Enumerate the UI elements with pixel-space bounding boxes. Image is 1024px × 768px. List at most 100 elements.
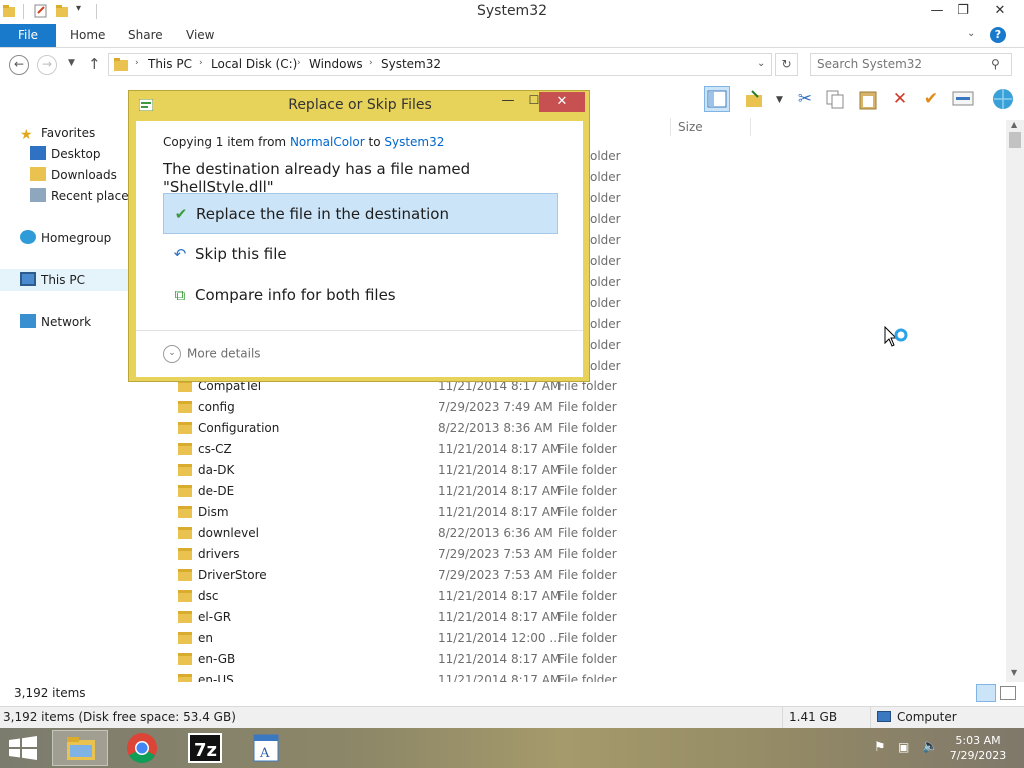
destination-link[interactable]: System32 — [384, 135, 444, 149]
globe-icon[interactable] — [990, 86, 1016, 112]
list-item[interactable]: DriverStore 7/29/2023 7:53 AM File folder — [178, 565, 658, 586]
chevron-down-icon[interactable]: ⌄ — [757, 58, 765, 69]
properties-icon[interactable] — [950, 86, 976, 112]
scroll-down-icon[interactable]: ▼ — [1011, 668, 1017, 677]
list-item[interactable]: cs-CZ 11/21/2014 8:17 AM File folder — [178, 439, 658, 460]
breadcrumb-system32[interactable]: System32 — [381, 57, 441, 71]
breadcrumb-thispc[interactable]: This PC — [148, 57, 192, 71]
folder-icon — [178, 611, 192, 623]
close-button[interactable]: ✕ — [978, 0, 1022, 22]
chevron-down-icon[interactable]: ▼ — [776, 95, 783, 105]
nav-recent[interactable]: Recent places — [30, 186, 135, 206]
nav-favorites[interactable]: ★ Favorites — [20, 123, 95, 143]
back-button[interactable]: ← — [9, 55, 29, 75]
file-date: 11/21/2014 8:17 AM — [438, 505, 561, 519]
list-item[interactable]: en-US 11/21/2014 8:17 AM File folder — [178, 670, 658, 682]
more-details-button[interactable]: ⌄ More details — [163, 345, 261, 363]
start-button[interactable] — [8, 736, 38, 763]
help-icon[interactable]: ? — [990, 27, 1006, 43]
preview-pane-icon[interactable] — [704, 86, 730, 112]
search-input[interactable] — [817, 57, 987, 71]
file-type: older — [590, 317, 621, 331]
downloads-icon — [30, 167, 46, 181]
list-item[interactable]: drivers 7/29/2023 7:53 AM File folder — [178, 544, 658, 565]
scrollbar-thumb[interactable] — [1009, 132, 1021, 148]
file-date: 11/21/2014 8:17 AM — [438, 610, 561, 624]
list-item[interactable]: de-DE 11/21/2014 8:17 AM File folder — [178, 481, 658, 502]
volume-muted-icon[interactable]: 🔈 — [922, 739, 938, 754]
list-item[interactable]: en-GB 11/21/2014 8:17 AM File folder — [178, 649, 658, 670]
clock[interactable]: 5:03 AM 7/29/2023 — [948, 733, 1008, 763]
nav-desktop[interactable]: Desktop — [30, 144, 101, 164]
file-type: File folder — [558, 442, 617, 456]
chevron-right-icon[interactable]: › — [199, 58, 203, 68]
copy-icon[interactable] — [822, 86, 848, 112]
compare-option[interactable]: ⧉ Compare info for both files — [163, 275, 558, 316]
restore-button[interactable]: ❐ — [948, 0, 978, 22]
list-item[interactable]: en 11/21/2014 12:00 ... File folder — [178, 628, 658, 649]
status-bar: 3,192 items (Disk free space: 53.4 GB) 1… — [0, 706, 1024, 729]
nav-label: Homegroup — [41, 231, 112, 245]
wordpad-icon: A — [253, 734, 279, 762]
folder-icon — [178, 674, 192, 682]
tab-file[interactable]: File — [0, 24, 56, 47]
folder-icon — [178, 527, 192, 539]
forward-button[interactable]: → — [37, 55, 57, 75]
folder-options-icon[interactable] — [742, 86, 768, 112]
breadcrumb-windows[interactable]: Windows — [309, 57, 363, 71]
refresh-button[interactable]: ↻ — [775, 53, 798, 76]
taskbar-7zip[interactable]: 7z — [177, 730, 233, 766]
tab-share[interactable]: Share — [128, 24, 163, 47]
dialog-minimize-button[interactable]: — — [495, 93, 521, 113]
list-item[interactable]: Dism 11/21/2014 8:17 AM File folder — [178, 502, 658, 523]
taskbar-chrome[interactable] — [114, 730, 170, 766]
chevron-down-icon[interactable]: ⌄ — [967, 28, 975, 39]
vertical-scrollbar[interactable]: ▲ ▼ — [1006, 120, 1024, 682]
breadcrumb-localdisk[interactable]: Local Disk (C:) — [211, 57, 297, 71]
folder-icon — [178, 548, 192, 560]
tab-view[interactable]: View — [186, 24, 214, 47]
action-center-icon[interactable]: ⚑ — [874, 740, 886, 755]
network-tray-icon[interactable]: ▣ — [898, 740, 909, 754]
chevron-right-icon[interactable]: › — [135, 58, 139, 68]
ribbon-tabs: File Home Share View ⌄ ? — [0, 24, 1024, 48]
paste-icon[interactable] — [855, 86, 881, 112]
nav-homegroup[interactable]: Homegroup — [20, 228, 111, 248]
divider — [870, 707, 871, 729]
nav-network[interactable]: Network — [20, 312, 91, 332]
taskbar-file-explorer[interactable] — [52, 730, 108, 766]
list-item[interactable]: Configuration 8/22/2013 8:36 AM File folde… — [178, 418, 658, 439]
column-header-size[interactable]: Size — [678, 120, 703, 134]
large-icons-view-icon[interactable] — [1000, 686, 1016, 700]
list-item[interactable]: config 7/29/2023 7:49 AM File folder — [178, 397, 658, 418]
recent-locations-icon[interactable]: ▼ — [68, 58, 75, 68]
details-view-icon[interactable] — [976, 684, 996, 702]
delete-icon[interactable]: ✕ — [887, 86, 913, 112]
list-item[interactable]: el-GR 11/21/2014 8:17 AM File folder — [178, 607, 658, 628]
replace-option[interactable]: ✔ Replace the file in the destination — [163, 193, 558, 234]
dialog-close-button[interactable]: ✕ — [539, 92, 585, 112]
list-item[interactable]: dsc 11/21/2014 8:17 AM File folder — [178, 586, 658, 607]
search-box[interactable]: ⚲ — [810, 53, 1012, 76]
address-bar[interactable]: › This PC › Local Disk (C:) › Windows › … — [108, 53, 772, 76]
nav-thispc[interactable]: This PC — [20, 270, 85, 290]
cut-icon[interactable]: ✂ — [792, 86, 818, 112]
file-name: Dism — [198, 505, 229, 519]
skip-option[interactable]: ↶ Skip this file — [163, 234, 558, 275]
up-button[interactable]: ↑ — [88, 55, 101, 73]
search-icon[interactable]: ⚲ — [991, 57, 1000, 71]
file-name: en-GB — [198, 652, 236, 666]
compare-option-label: Compare info for both files — [195, 286, 396, 304]
list-item[interactable]: downlevel 8/22/2013 6:36 AM File folder — [178, 523, 658, 544]
chevron-right-icon[interactable]: › — [297, 58, 301, 68]
tab-home[interactable]: Home — [70, 24, 105, 47]
file-type: older — [590, 212, 621, 226]
scroll-up-icon[interactable]: ▲ — [1011, 120, 1017, 129]
taskbar-wordpad[interactable]: A — [238, 730, 294, 766]
chevron-right-icon[interactable]: › — [369, 58, 373, 68]
rename-icon[interactable]: ✔ — [918, 86, 944, 112]
file-name: en — [198, 631, 213, 645]
list-item[interactable]: da-DK 11/21/2014 8:17 AM File folder — [178, 460, 658, 481]
source-link[interactable]: NormalColor — [290, 135, 365, 149]
nav-downloads[interactable]: Downloads — [30, 165, 117, 185]
